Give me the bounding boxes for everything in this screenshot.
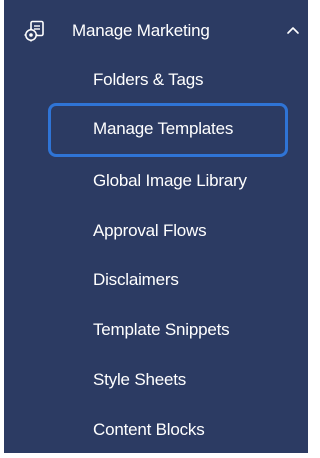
menu-item-label: Content Blocks: [93, 420, 205, 439]
manage-marketing-section-header[interactable]: Manage Marketing: [4, 10, 308, 50]
menu-item-content-blocks[interactable]: Content Blocks: [48, 404, 288, 458]
menu-item-label: Global Image Library: [93, 171, 247, 190]
menu-item-global-image-library[interactable]: Global Image Library: [48, 155, 288, 209]
menu-item-label: Manage Templates: [93, 119, 234, 138]
menu-item-disclaimers[interactable]: Disclaimers: [48, 254, 288, 308]
menu-item-manage-templates[interactable]: Manage Templates: [48, 103, 288, 157]
menu-item-approval-flows[interactable]: Approval Flows: [48, 205, 288, 259]
sidebar-panel: Manage Marketing Folders & Tags Manage T…: [4, 0, 308, 453]
menu-item-label: Approval Flows: [93, 221, 207, 240]
menu-item-label: Style Sheets: [93, 370, 187, 389]
section-title: Manage Marketing: [72, 21, 210, 40]
marketing-settings-icon: [24, 20, 44, 42]
menu-item-folders-tags[interactable]: Folders & Tags: [48, 54, 288, 108]
menu-item-label: Template Snippets: [93, 320, 230, 339]
menu-item-label: Disclaimers: [93, 270, 179, 289]
menu-item-label: Folders & Tags: [93, 70, 204, 89]
chevron-up-icon[interactable]: [286, 24, 300, 36]
menu-item-style-sheets[interactable]: Style Sheets: [48, 354, 288, 408]
menu-item-template-snippets[interactable]: Template Snippets: [48, 304, 288, 358]
